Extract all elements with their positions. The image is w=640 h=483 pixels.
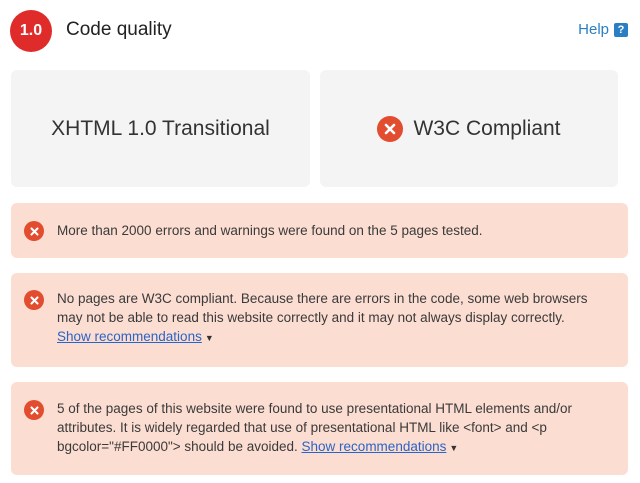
- show-recommendations-link[interactable]: Show recommendations: [57, 329, 202, 344]
- caret-down-icon[interactable]: ▼: [205, 333, 214, 343]
- help-link[interactable]: Help ?: [578, 21, 628, 38]
- w3c-card: W3C Compliant: [320, 70, 618, 187]
- alert-errors-count: More than 2000 errors and warnings were …: [11, 203, 628, 258]
- help-label[interactable]: Help: [578, 21, 609, 38]
- score-badge: 1.0: [10, 10, 52, 52]
- alert-text: No pages are W3C compliant. Because ther…: [57, 291, 588, 325]
- alert-text: More than 2000 errors and warnings were …: [57, 223, 483, 238]
- doctype-label: XHTML 1.0 Transitional: [51, 116, 270, 140]
- x-circle-icon: [24, 400, 44, 420]
- section-header: 1.0 Code quality Help ?: [0, 0, 640, 60]
- x-circle-icon: [24, 221, 44, 241]
- alert-w3c-compliance: No pages are W3C compliant. Because ther…: [11, 273, 628, 367]
- w3c-label: W3C Compliant: [413, 116, 561, 140]
- caret-down-icon[interactable]: ▼: [449, 443, 458, 453]
- show-recommendations-link[interactable]: Show recommendations: [302, 439, 447, 454]
- question-icon[interactable]: ?: [614, 22, 628, 37]
- alert-presentational-html: 5 of the pages of this website were foun…: [11, 382, 628, 475]
- doctype-card: XHTML 1.0 Transitional: [11, 70, 310, 187]
- x-circle-icon: [24, 290, 44, 310]
- x-circle-icon: [377, 115, 404, 142]
- section-title: Code quality: [66, 19, 172, 40]
